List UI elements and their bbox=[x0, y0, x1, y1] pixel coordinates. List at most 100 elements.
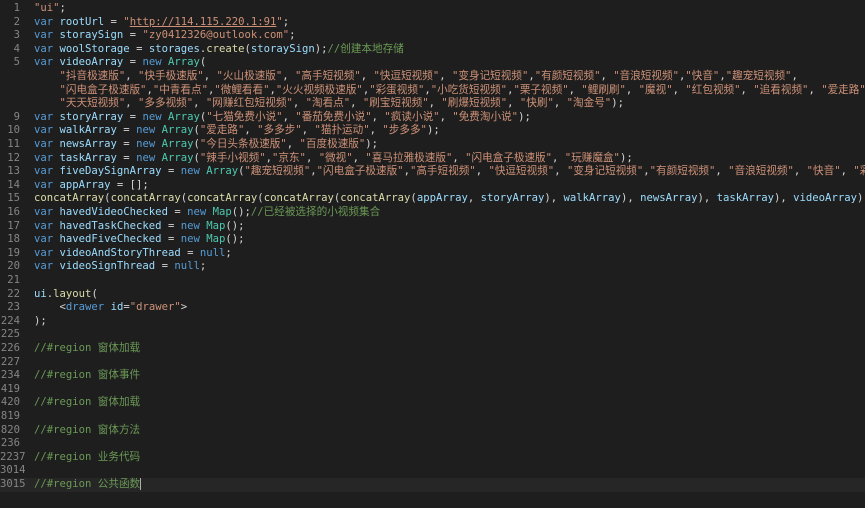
code-line[interactable]: 21 bbox=[0, 274, 865, 288]
code-line[interactable]: "闪电盒子极速版", "中青看点", "微鲤看看", "火火视频极速版", "彩蛋视频"… bbox=[0, 84, 865, 98]
code-line[interactable]: 23 <drawer id="drawer"> bbox=[0, 301, 865, 315]
line-number: 236 bbox=[0, 437, 20, 450]
code-line[interactable]: 1 "ui"; bbox=[0, 2, 865, 16]
code-line[interactable]: 420 //#region 窗体加载 bbox=[0, 396, 865, 410]
code-line[interactable]: 10 var walkArray = new Array("爱走路", "多多步"… bbox=[0, 124, 865, 138]
code-line[interactable]: 18 var havedFiveChecked = new Map(); bbox=[0, 233, 865, 247]
code-token: , bbox=[350, 97, 363, 110]
code-token: = bbox=[104, 15, 124, 28]
code-token: storaySign bbox=[59, 29, 124, 42]
code-token: //#region 公共函数 bbox=[34, 478, 141, 490]
code-line[interactable]: 14 var appArray = []; bbox=[0, 179, 865, 193]
code-token: havedTaskChecked bbox=[59, 219, 162, 232]
code-token: var bbox=[34, 29, 60, 42]
code-text: //#region 窗体加载 bbox=[34, 396, 140, 410]
code-token: , bbox=[467, 192, 481, 205]
code-line[interactable]: 9 var storyArray = new Array("七猫免费小说", "番… bbox=[0, 111, 865, 125]
line-number: 14 bbox=[7, 178, 20, 191]
code-line[interactable]: 20 var videoSignThread = null; bbox=[0, 260, 865, 274]
code-token: "辣手小视频" bbox=[199, 151, 266, 164]
code-token: var bbox=[34, 206, 60, 218]
code-line[interactable]: 5 var videoArray = new Array( bbox=[0, 56, 865, 70]
code-line[interactable]: 236 bbox=[0, 437, 865, 451]
code-text: var havedFiveChecked = new Map(); bbox=[34, 233, 245, 247]
code-token: > bbox=[180, 301, 188, 314]
code-line[interactable]: "抖音极速版", "快手极速版", "火山极速版", "高手短视频", "快逗短… bbox=[0, 70, 865, 84]
code-line[interactable]: 17 var havedTaskChecked = new Map(); bbox=[0, 220, 865, 234]
code-line[interactable]: 19 var videoAndStoryThread = null; bbox=[0, 247, 865, 261]
code-token: "ui" bbox=[34, 2, 60, 14]
code-line[interactable]: 2 var rootUrl = "http://114.115.220.1:91"… bbox=[0, 16, 865, 30]
code-token: "快逗短视频" bbox=[373, 70, 440, 82]
code-token: var bbox=[34, 138, 60, 150]
code-token: //创建本地存储 bbox=[327, 42, 404, 55]
code-line[interactable]: 234 //#region 窗体事件 bbox=[0, 369, 865, 383]
code-line[interactable]: 3 var storaySign = "zy0412326@outlook.com… bbox=[0, 29, 865, 43]
code-token: "火火视频极速版" bbox=[275, 83, 363, 96]
code-token: "音浪短视频" bbox=[613, 70, 679, 82]
code-token: , bbox=[125, 70, 139, 82]
code-token: = bbox=[116, 138, 137, 150]
code-token: , bbox=[715, 165, 729, 178]
line-number: 234 bbox=[0, 369, 20, 382]
code-text: "闪电盒子极速版", "中青看点", "微鲤看看", "火火视频极速版", "彩蛋视频"… bbox=[34, 84, 865, 98]
code-token: walkArray bbox=[59, 124, 117, 137]
code-token: walkArray bbox=[563, 192, 621, 205]
code-token: , bbox=[475, 165, 489, 178]
code-line[interactable]: 224); bbox=[0, 315, 865, 329]
code-token: , bbox=[793, 165, 807, 178]
code-token: videoArray bbox=[793, 192, 857, 205]
code-token: videoSignThread bbox=[59, 260, 156, 273]
line-number: 19 bbox=[7, 246, 20, 259]
code-line[interactable]: 819 bbox=[0, 410, 865, 424]
code-token: "小吃货短视频" bbox=[430, 83, 508, 96]
code-line[interactable]: 11 var newsArray = new Array("今日头条极速版", "… bbox=[0, 138, 865, 152]
code-token: ); bbox=[314, 42, 328, 55]
code-token: , bbox=[568, 83, 582, 96]
code-line[interactable]: 2237 //#region 业务代码 bbox=[0, 451, 865, 465]
line-number: 13 bbox=[7, 165, 20, 178]
code-token: var bbox=[34, 260, 60, 273]
code-token: "快逗短视频" bbox=[488, 165, 555, 178]
code-token: //已经被选择的小视频集合 bbox=[250, 206, 381, 218]
code-line[interactable]: 227 bbox=[0, 356, 865, 370]
code-text: var storaySign = "zy0412326@outlook.com"… bbox=[34, 29, 296, 43]
code-token: var bbox=[34, 15, 60, 28]
code-line[interactable]: 4 var woolStorage = storages.create(stora… bbox=[0, 43, 865, 57]
code-line[interactable]: 3015 //#region 公共函数 bbox=[0, 478, 865, 492]
code-token: Array bbox=[161, 151, 194, 164]
code-token: id bbox=[110, 301, 124, 314]
code-token: taskArray bbox=[716, 192, 775, 205]
code-token: new bbox=[142, 110, 168, 123]
code-token: ), bbox=[774, 192, 794, 205]
code-token: "火山极速版" bbox=[216, 70, 283, 82]
code-token: , bbox=[292, 97, 306, 110]
code-line[interactable]: 3014 bbox=[0, 464, 865, 478]
code-line[interactable]: 419 bbox=[0, 383, 865, 397]
code-line[interactable]: 226 //#region 窗体加载 bbox=[0, 342, 865, 356]
code-text: //#region 窗体方法 bbox=[34, 424, 140, 438]
code-token: new bbox=[136, 124, 162, 137]
code-line[interactable]: 22 ui.layout( bbox=[0, 288, 865, 302]
code-line[interactable]: 225 bbox=[0, 328, 865, 342]
code-line[interactable]: 13 var fiveDaySignArray = new Array("趣宠短视… bbox=[0, 165, 865, 179]
code-token: "变身记短视频" bbox=[566, 165, 644, 178]
code-token: , bbox=[439, 110, 453, 123]
code-token: "步多多" bbox=[382, 124, 427, 137]
code-token: var bbox=[34, 151, 60, 164]
code-text: var woolStorage = storages.create(storay… bbox=[34, 43, 404, 57]
code-line[interactable]: "天天短视频", "多多视频", "网赚红包短视频", "淘看点", "刷宝短视… bbox=[0, 97, 865, 111]
code-token: (); bbox=[231, 206, 251, 218]
code-line[interactable]: 15 concatArray(concatArray(concatArray(co… bbox=[0, 192, 865, 206]
code-editor[interactable]: 1 "ui"; 2 var rootUrl = "http://114.115.220… bbox=[0, 0, 865, 508]
code-text: var videoArray = new Array( bbox=[34, 56, 206, 70]
code-line[interactable]: 820 //#region 窗体方法 bbox=[0, 424, 865, 438]
code-text: var newsArray = new Array("今日头条极速版", "百度… bbox=[34, 138, 378, 152]
code-token: havedVideoChecked bbox=[59, 206, 168, 218]
code-token: var bbox=[34, 42, 60, 55]
code-token: newsArray bbox=[640, 192, 698, 205]
code-line[interactable]: 12 var taskArray = new Array("辣手小视频","京东"… bbox=[0, 152, 865, 166]
code-line[interactable]: 16 var havedVideoChecked = new Map();//已经… bbox=[0, 206, 865, 220]
